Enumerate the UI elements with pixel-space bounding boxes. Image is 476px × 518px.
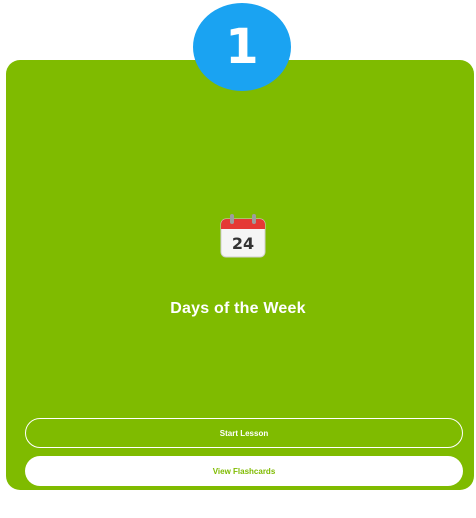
start-lesson-label: Start Lesson [219,428,269,438]
lesson-number: 1 [225,19,259,75]
start-lesson-button[interactable]: Start Lesson [25,418,463,448]
view-flashcards-button[interactable]: View Flashcards [25,456,463,486]
lesson-title: Days of the Week [170,300,306,317]
calendar-date: 24 [232,234,254,253]
lesson-number-badge: 1 [193,3,291,91]
lesson-card-container: 1 24 Days of the Week Start Lesson View … [0,0,476,518]
view-flashcards-label: View Flashcards [212,466,276,476]
calendar-icon: 24 [220,214,266,258]
